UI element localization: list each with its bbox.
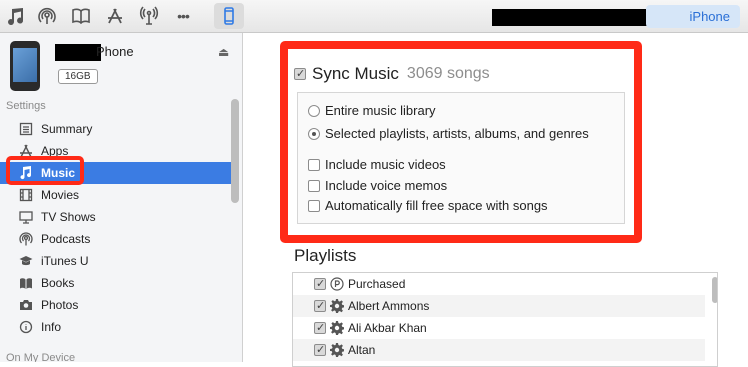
sidebar-item-label: Photos — [41, 298, 79, 312]
sidebar-item-info[interactable]: Info — [0, 316, 230, 338]
sync-music-header: Sync Music 3069 songs — [294, 64, 490, 84]
playlists-scrollbar[interactable] — [712, 277, 717, 303]
autofill-option[interactable]: Automatically fill free space with songs — [308, 198, 548, 213]
eject-icon[interactable]: ⏏ — [218, 45, 229, 59]
sidebar-item-tv-shows[interactable]: TV Shows — [0, 206, 230, 228]
sync-music-highlight-annotation: Sync Music 3069 songs Entire music libra… — [280, 41, 642, 243]
smart-playlist-gear-icon — [330, 321, 344, 335]
on-my-device-section-title: On My Device — [6, 352, 76, 362]
smart-playlist-gear-icon — [330, 299, 344, 313]
sidebar-item-summary[interactable]: Summary — [0, 118, 230, 140]
movies-icon — [18, 187, 34, 203]
song-count: 3069 songs — [406, 65, 490, 82]
photos-icon — [18, 297, 34, 313]
playlist-row[interactable]: Altan — [293, 339, 705, 361]
more-icon[interactable]: ••• — [172, 5, 194, 27]
include-voice-memos-option[interactable]: Include voice memos — [308, 178, 447, 193]
iphone-device-icon[interactable] — [214, 3, 244, 29]
sidebar-item-books[interactable]: Books — [0, 272, 230, 294]
books-icon — [18, 275, 34, 291]
include-music-videos-option[interactable]: Include music videos — [308, 157, 446, 172]
sidebar-item-label: TV Shows — [41, 210, 96, 224]
option-label: Include voice memos — [325, 178, 448, 193]
sidebar-item-label: Summary — [41, 122, 93, 136]
playlist-row[interactable]: Albert Ammons — [293, 295, 705, 317]
playlist-label: Albert Ammons — [348, 299, 430, 313]
main-panel: Sync Music 3069 songs Entire music libra… — [244, 33, 748, 367]
sidebar-item-movies[interactable]: Movies — [0, 184, 230, 206]
playlist-checkbox[interactable] — [314, 277, 326, 290]
selected-playlists-radio[interactable] — [308, 127, 320, 140]
option-label: Entire music library — [325, 103, 436, 118]
capacity-badge: 16GB — [58, 69, 98, 84]
sidebar-item-podcasts[interactable]: Podcasts — [0, 228, 230, 250]
sidebar-item-label: iTunes U — [41, 254, 89, 268]
device-name-redaction — [55, 44, 101, 61]
summary-icon — [18, 121, 34, 137]
sidebar-item-label: Movies — [41, 188, 80, 202]
podcast-icon[interactable] — [36, 5, 58, 27]
sidebar-item-photos[interactable]: Photos — [0, 294, 230, 316]
playlist-row[interactable]: Ali Akbar Khan — [293, 317, 705, 339]
include-music-videos-checkbox[interactable] — [308, 158, 320, 171]
sidebar: Phone 16GB ⏏ Settings Summary Apps Music… — [0, 33, 243, 362]
smart-playlist-gear-icon — [330, 343, 344, 357]
purchased-icon — [330, 277, 344, 291]
podcasts-icon — [18, 231, 34, 247]
toolbar: ••• iPhone — [0, 0, 748, 33]
sidebar-item-label: Podcasts — [41, 232, 91, 246]
device-name: Phone — [96, 44, 134, 59]
settings-section-title: Settings — [6, 100, 46, 112]
playlist-checkbox[interactable] — [314, 299, 326, 312]
include-voice-memos-checkbox[interactable] — [308, 179, 320, 192]
tv-icon — [18, 209, 34, 225]
sidebar-item-label: Books — [41, 276, 75, 290]
info-icon — [18, 319, 34, 335]
playlist-label: Ali Akbar Khan — [348, 321, 427, 335]
sidebar-item-itunes-u[interactable]: iTunes U — [0, 250, 230, 272]
autofill-checkbox[interactable] — [308, 199, 320, 212]
playlist-checkbox[interactable] — [314, 343, 326, 356]
sync-music-label: Sync Music — [312, 64, 399, 83]
app-store-icon[interactable] — [104, 5, 126, 27]
redaction-bar — [492, 9, 650, 26]
sync-music-checkbox[interactable] — [294, 67, 306, 80]
sync-options-panel: Entire music library Selected playlists,… — [297, 92, 625, 224]
playlist-label: Altan — [348, 343, 376, 357]
option-label: Automatically fill free space with songs — [325, 198, 548, 213]
entire-library-radio[interactable] — [308, 104, 320, 117]
selected-playlists-option[interactable]: Selected playlists, artists, albums, and… — [308, 126, 589, 141]
playlist-checkbox[interactable] — [314, 321, 326, 334]
entire-library-option[interactable]: Entire music library — [308, 103, 436, 118]
device-tab[interactable]: iPhone — [646, 5, 740, 28]
itunes-u-icon — [18, 253, 34, 269]
music-highlight-annotation — [6, 156, 84, 185]
playlists-title: Playlists — [294, 246, 357, 265]
iphone-image — [10, 41, 40, 91]
sidebar-item-label: Info — [41, 320, 62, 334]
sidebar-scrollbar[interactable] — [231, 99, 239, 203]
option-label: Include music videos — [325, 157, 446, 172]
option-label: Selected playlists, artists, albums, and… — [325, 126, 589, 141]
playlists-list: Purchased Albert Ammons Ali Akbar Khan A… — [292, 272, 718, 367]
playlist-row[interactable]: Purchased — [293, 273, 705, 295]
playlist-label: Purchased — [348, 277, 406, 291]
antenna-icon[interactable] — [138, 5, 160, 27]
music-note-icon[interactable] — [4, 5, 26, 27]
book-icon[interactable] — [70, 5, 92, 27]
